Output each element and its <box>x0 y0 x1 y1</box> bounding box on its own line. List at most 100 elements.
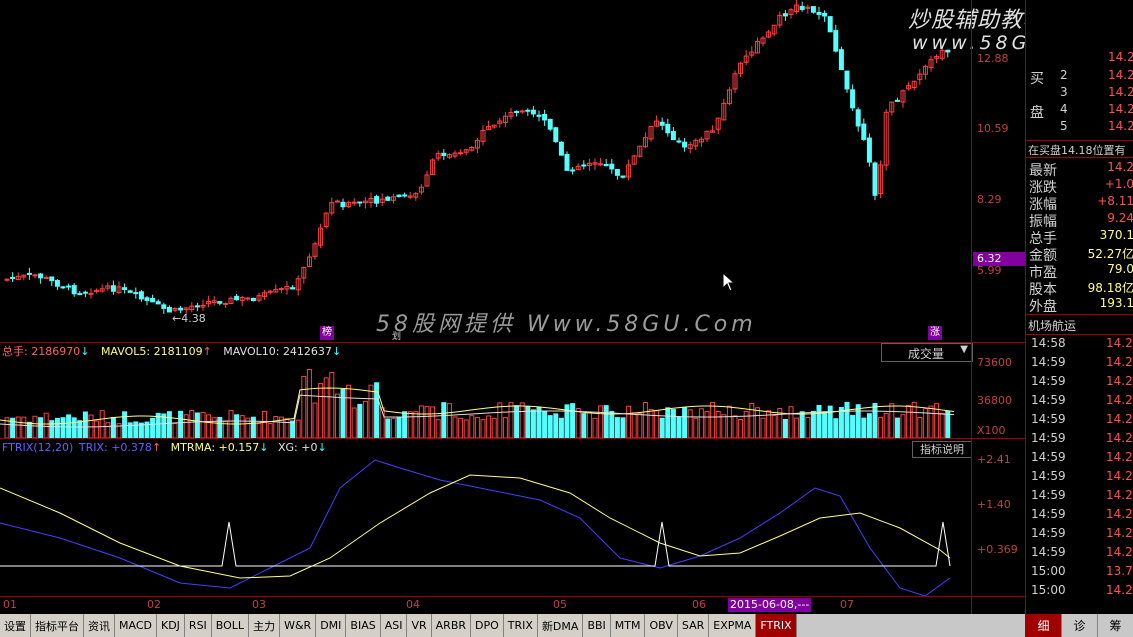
indicator-dropdown[interactable]: 成交量 ▼ <box>881 343 973 362</box>
tab-wr[interactable]: W&R <box>280 614 317 637</box>
stat-value: 98.18亿 <box>1087 281 1133 295</box>
candle-body <box>536 114 542 117</box>
volume-bar <box>542 411 548 439</box>
volume-bar <box>760 417 766 439</box>
volume-bar <box>256 423 262 439</box>
tick-row: 14:59 14.2 <box>1026 374 1133 392</box>
mouse-cursor-icon <box>722 272 736 292</box>
tick-price: 14.2 <box>1106 336 1133 350</box>
stat-value: 193.1 <box>1099 296 1133 310</box>
tab-asi[interactable]: ASI <box>380 614 408 637</box>
volume-bar <box>519 402 525 439</box>
tick-row: 14:59 14.2 <box>1026 488 1133 506</box>
bid-row: 3 14.2 <box>1026 85 1133 102</box>
volume-bar <box>749 403 755 439</box>
volume-bar <box>637 413 643 439</box>
tab-[interactable]: 主力 <box>249 614 281 637</box>
volume-bar <box>49 420 55 439</box>
candle-body <box>514 110 520 113</box>
bid-price: 14.2 <box>1108 119 1133 133</box>
ftrix-chart[interactable] <box>0 438 971 597</box>
tab-expma[interactable]: EXPMA <box>709 614 757 637</box>
tab-arbr[interactable]: ARBR <box>431 614 472 637</box>
side-tab[interactable]: 筹 <box>1098 614 1133 637</box>
tick-row: 14:59 14.2 <box>1026 431 1133 449</box>
tab-sar[interactable]: SAR <box>677 614 710 637</box>
tab-macd[interactable]: MACD <box>115 614 157 637</box>
candle-body <box>122 287 128 291</box>
indicator-axis-label: +2.41 <box>977 453 1011 466</box>
tick-time: 15:00 <box>1031 583 1066 597</box>
side-tab[interactable]: 细 <box>1026 614 1062 637</box>
tab-obv[interactable]: OBV <box>645 614 678 637</box>
tick-time: 14:59 <box>1031 526 1066 540</box>
volume-bar <box>514 405 520 439</box>
side-tab[interactable]: 诊 <box>1062 614 1098 637</box>
candle-body <box>558 141 564 156</box>
tab-[interactable]: 设置 <box>0 614 31 637</box>
tick-time: 14:59 <box>1031 488 1066 502</box>
candle-body <box>54 280 60 287</box>
volume-bar <box>553 413 559 439</box>
tick-price: 14.2 <box>1106 526 1133 540</box>
quote-stat-row: 总手 370.1 <box>1026 228 1133 247</box>
volume-bar <box>911 401 917 439</box>
candlestick-chart[interactable] <box>0 0 971 342</box>
candle-body <box>614 169 620 176</box>
tab-boll[interactable]: BOLL <box>211 614 250 637</box>
volume-bar <box>301 375 307 439</box>
volume-bar <box>861 417 867 439</box>
candle-body <box>782 13 788 17</box>
volume-bar <box>295 419 301 439</box>
tab-ftrix[interactable]: FTRIX <box>756 614 797 637</box>
candle-body <box>77 293 83 296</box>
tick-price: 13.7 <box>1106 564 1133 578</box>
tab-rsi[interactable]: RSI <box>184 614 212 637</box>
tick-price: 14.2 <box>1106 393 1133 407</box>
candle-body <box>810 6 816 13</box>
volume-bar <box>827 405 833 439</box>
tab-dma[interactable]: 新DMA <box>537 614 584 637</box>
candle-body <box>82 291 88 294</box>
quote-stat-row: 外盘 193.1 <box>1026 296 1133 315</box>
volume-bar <box>732 415 738 439</box>
rise-marker[interactable]: 涨 <box>928 326 942 340</box>
candle-body <box>872 162 878 196</box>
volume-bar <box>82 411 88 439</box>
candle-body <box>827 16 833 33</box>
tab-dpo[interactable]: DPO <box>471 614 504 637</box>
tab-kdj[interactable]: KDJ <box>156 614 185 637</box>
candle-body <box>161 304 167 309</box>
tick-price: 14.2 <box>1106 469 1133 483</box>
stat-value: 14.2 <box>1107 160 1133 174</box>
candle-body <box>894 99 900 102</box>
quote-stat-row: 金额 52.27亿 <box>1026 245 1133 264</box>
tab-trix[interactable]: TRIX <box>503 614 538 637</box>
volume-axis-label: 73600 <box>977 356 1012 369</box>
candle-body <box>38 273 44 279</box>
candle-body <box>833 30 839 52</box>
sector-label[interactable]: 机场航运 <box>1028 317 1076 334</box>
ranking-marker[interactable]: 榜 <box>320 326 334 340</box>
bid-row: 2 14.2 <box>1026 68 1133 85</box>
tick-row: 15:00 14.2 <box>1026 583 1133 601</box>
volume-bar <box>262 410 268 439</box>
volume-bar <box>838 406 844 439</box>
tab-vr[interactable]: VR <box>407 614 432 637</box>
tab-bbi[interactable]: BBI <box>583 614 611 637</box>
tab-dmi[interactable]: DMI <box>316 614 347 637</box>
tab-[interactable]: 指标平台 <box>31 614 84 637</box>
bid-price: 14.2 <box>1108 68 1133 82</box>
tab-bias[interactable]: BIAS <box>346 614 381 637</box>
price-chart-panel[interactable] <box>0 0 971 342</box>
low-price-marker: ←4.38 <box>172 312 206 325</box>
divider <box>1026 157 1133 158</box>
indicator-help-button[interactable]: 指标说明 <box>912 441 972 458</box>
volume-bar <box>648 409 654 439</box>
candle-body <box>150 297 156 303</box>
ftrix-indicator-panel[interactable] <box>0 438 971 597</box>
tab-mtm[interactable]: MTM <box>610 614 646 637</box>
tab-[interactable]: 资讯 <box>84 614 115 637</box>
bid-level: 3 <box>1060 85 1068 99</box>
candle-body <box>799 6 805 10</box>
